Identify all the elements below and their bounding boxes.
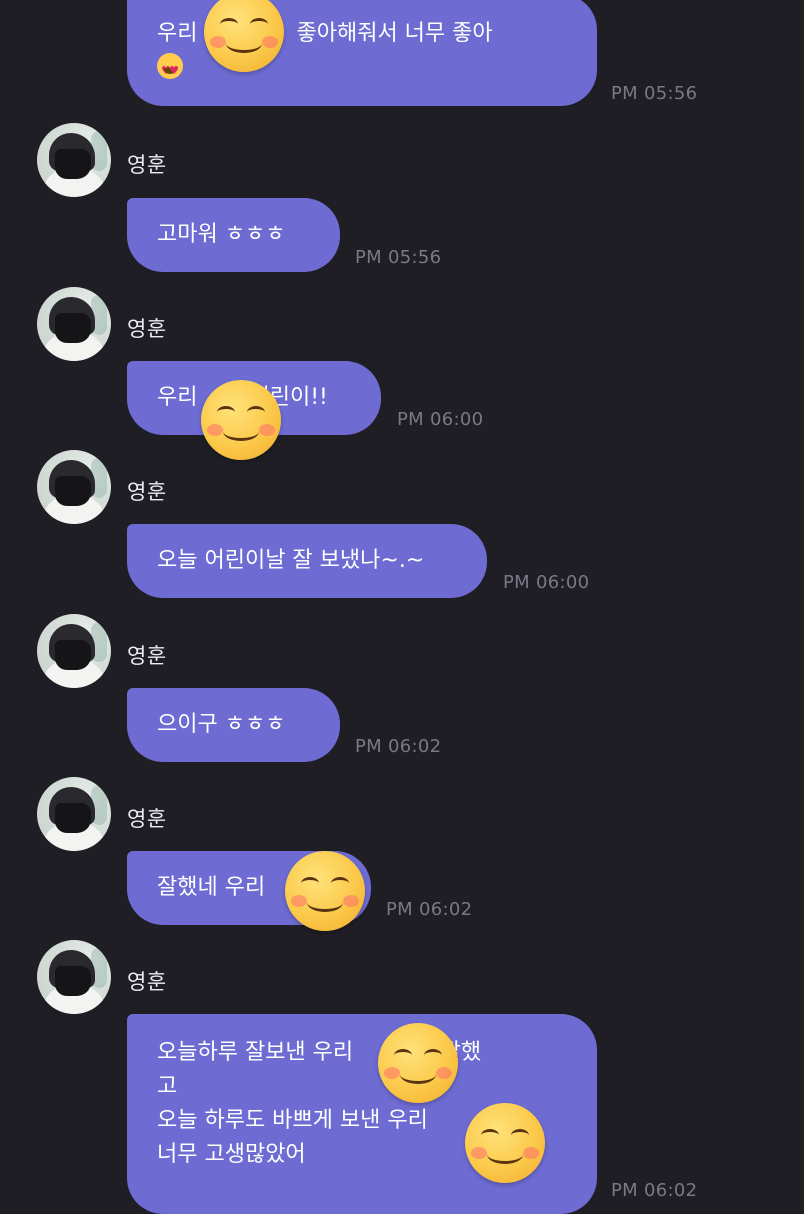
message-timestamp: PM 06:00 xyxy=(503,572,590,593)
smiling-face-sticker-icon xyxy=(378,1023,458,1103)
message-text: 좋아해줘서 너무 좋아 xyxy=(296,21,493,46)
sender-name: 영훈 xyxy=(127,644,167,668)
message-timestamp: PM 06:02 xyxy=(611,1180,698,1201)
avatar[interactable] xyxy=(37,777,111,851)
message-text: 고 xyxy=(157,1074,178,1099)
message-timestamp: PM 06:00 xyxy=(397,409,484,430)
avatar[interactable] xyxy=(37,940,111,1014)
message-text: 우리 xyxy=(157,385,198,410)
avatar[interactable] xyxy=(37,614,111,688)
avatar[interactable] xyxy=(37,287,111,361)
message-timestamp: PM 05:56 xyxy=(611,83,698,104)
sender-name: 영훈 xyxy=(127,807,167,831)
smiling-face-sticker-icon xyxy=(285,851,365,931)
message-bubble[interactable]: 으이구 ㅎㅎㅎ xyxy=(127,688,340,762)
message-text: 으이구 ㅎㅎㅎ xyxy=(157,712,286,737)
message-bubble[interactable]: 고마워 ㅎㅎㅎ xyxy=(127,198,340,272)
message-text: 오늘 어린이날 잘 보냈나~.~ xyxy=(157,548,425,573)
message-timestamp: PM 05:56 xyxy=(355,247,442,268)
sender-name: 영훈 xyxy=(127,480,167,504)
message-text: 우리 xyxy=(157,21,205,46)
sender-name: 영훈 xyxy=(127,317,167,341)
message-timestamp: PM 06:02 xyxy=(355,736,442,757)
message-text: 오늘하루 잘보낸 우리 xyxy=(157,1040,354,1065)
message-text: 잘했네 우리 xyxy=(157,875,266,900)
avatar[interactable] xyxy=(37,450,111,524)
message-text: 오늘 하루도 바쁘게 보낸 우리 xyxy=(157,1108,428,1133)
smiling-face-sticker-icon xyxy=(465,1103,545,1183)
message-bubble[interactable]: 오늘 어린이날 잘 보냈나~.~ xyxy=(127,524,487,598)
message-bubble[interactable]: 우리 좋아해줘서 너무 좋아 xyxy=(127,0,597,106)
message-text: 고마워 ㅎㅎㅎ xyxy=(157,222,286,247)
heart-eyes-emoji-icon xyxy=(157,53,183,87)
sender-name: 영훈 xyxy=(127,970,167,994)
sender-name: 영훈 xyxy=(127,153,167,177)
chat-thread: 우리 좋아해줘서 너무 좋아 PM 05:56 영훈 고마워 ㅎㅎㅎ PM 05… xyxy=(0,0,804,1214)
smiling-face-sticker-icon xyxy=(201,380,281,460)
message-timestamp: PM 06:02 xyxy=(386,899,473,920)
avatar[interactable] xyxy=(37,123,111,197)
